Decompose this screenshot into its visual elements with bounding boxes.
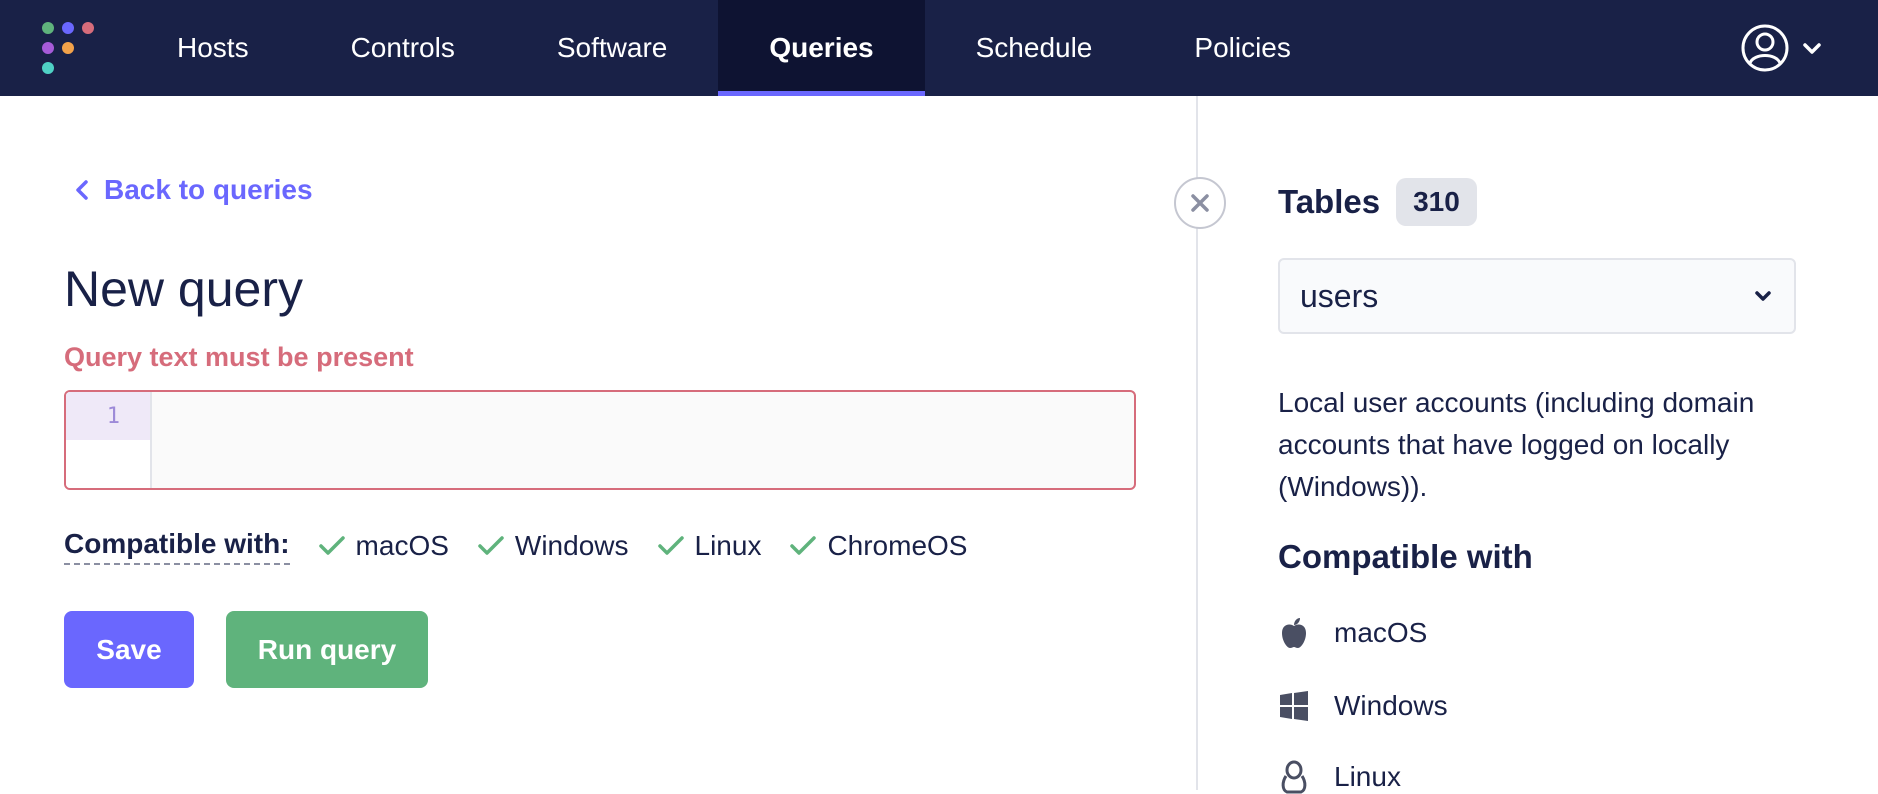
nav-tab-schedule[interactable]: Schedule [925,0,1144,96]
editor-code-area[interactable] [152,392,1134,488]
nav-tab-software[interactable]: Software [506,0,719,96]
query-compatibility: Compatible with: macOS Windows Linux Chr… [64,524,995,568]
user-circle-icon [1741,24,1789,72]
compat-windows: Windows [477,530,629,562]
platform-macos: macOS [1278,616,1427,650]
linux-icon [1281,760,1307,794]
save-button[interactable]: Save [64,611,194,688]
table-compatible-heading: Compatible with [1278,538,1533,575]
windows-icon [1280,691,1308,721]
checkmark-icon [790,536,817,555]
tables-count-badge: 310 [1396,178,1477,226]
nav-tab-queries[interactable]: Queries [718,0,925,96]
tables-heading: Tables 310 [1278,178,1477,226]
compat-chromeos: ChromeOS [789,530,967,562]
top-navigation: Hosts Controls Software Queries Schedule… [0,0,1878,96]
compat-macos: macOS [318,530,449,562]
tables-title: Tables [1278,183,1381,220]
checkmark-icon [478,536,504,555]
editor-line-number: 1 [66,392,150,440]
platform-windows: Windows [1278,690,1448,722]
query-error-message: Query text must be present [64,342,414,372]
editor-gutter: 1 [66,392,152,488]
selected-table-value: users [1300,277,1379,314]
table-description: Local user accounts (including domain ac… [1278,387,1755,502]
close-icon [1191,194,1209,212]
apple-icon [1282,618,1306,648]
user-menu-button[interactable] [1740,20,1824,76]
run-query-button[interactable]: Run query [226,611,428,688]
table-select-dropdown[interactable]: users [1278,258,1796,334]
nav-tab-policies[interactable]: Policies [1143,0,1341,96]
platform-linux: Linux [1278,760,1401,794]
nav-tabs: Hosts Controls Software Queries Schedule… [126,0,1342,96]
chevron-left-icon [76,180,88,200]
chevron-down-icon [1755,291,1771,301]
nav-tab-hosts[interactable]: Hosts [126,0,300,96]
query-editor[interactable]: 1 [64,390,1136,490]
fleet-logo-icon[interactable] [40,20,94,74]
back-link-label: Back to queries [104,174,313,205]
back-to-queries-link[interactable]: Back to queries [74,174,313,206]
chevron-down-icon [1803,43,1821,54]
compatible-with-label[interactable]: Compatible with: [64,528,290,565]
checkmark-icon [657,536,684,555]
close-sidebar-button[interactable] [1174,177,1226,229]
checkmark-icon [318,536,345,555]
compat-linux: Linux [657,530,761,562]
page-title: New query [64,261,303,317]
nav-tab-controls[interactable]: Controls [300,0,506,96]
